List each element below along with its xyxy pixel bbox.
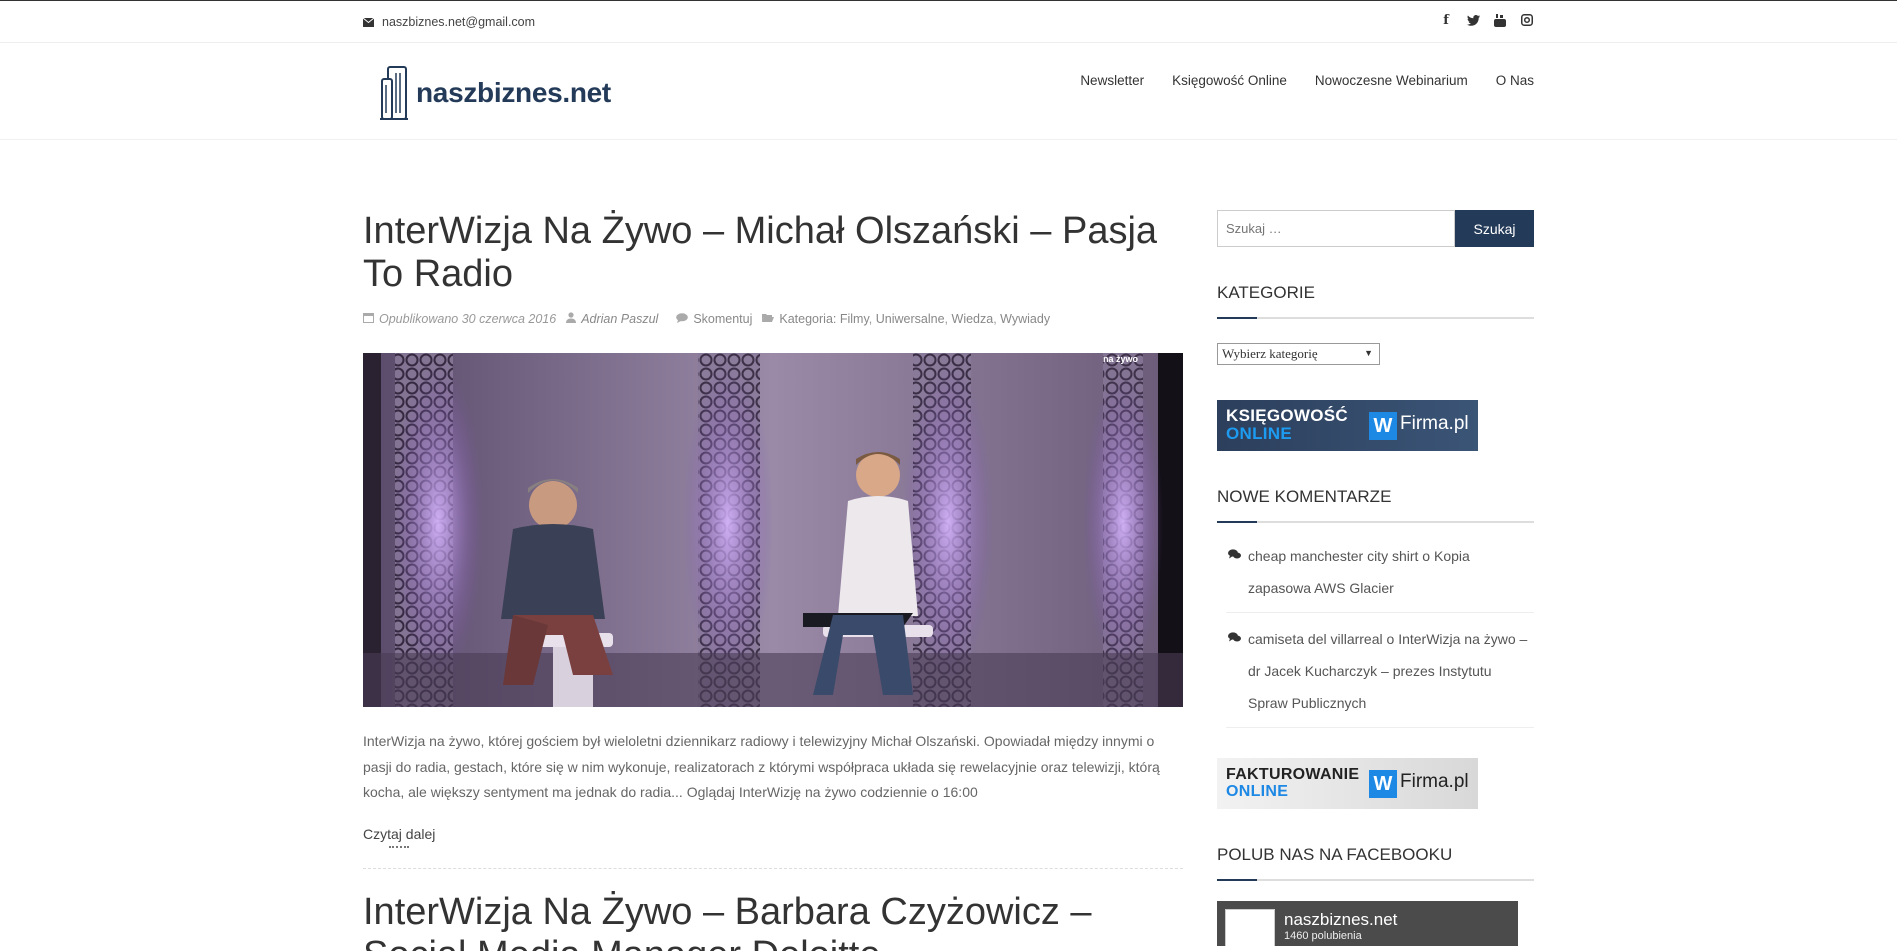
contact-email[interactable]: naszbiznes.net@gmail.com [363,15,535,29]
comment-author-link[interactable]: cheap manchester city shirt [1248,548,1418,564]
wfirma-logo-icon: W [1369,770,1397,798]
folder-open-icon [762,312,775,326]
interview-studio-photo: na żywo [363,353,1183,707]
post-divider [363,867,1183,869]
main-nav: Newsletter Księgowość Online Nowoczesne … [1080,73,1534,88]
post-comments-link[interactable]: Skomentuj [693,312,752,326]
facebook-page-avatar [1225,909,1275,946]
category-select-value: Wybierz kategorię [1222,346,1318,361]
category-select[interactable]: Wybierz kategorię ▼ [1217,343,1380,365]
instagram-icon[interactable] [1520,13,1534,27]
comment-author-link[interactable]: camiseta del villarreal [1248,631,1383,647]
twitter-icon[interactable] [1466,13,1480,27]
comment-connector: o [1386,631,1395,647]
category-link[interactable]: Wiedza [952,312,994,326]
category-separator: , [993,312,997,326]
category-link[interactable]: Uniwersalne [876,312,945,326]
banner-line2: ONLINE [1226,783,1289,800]
comment-text: camiseta del villarreal o InterWizja na … [1248,623,1534,719]
category-label: Kategoria: [779,312,837,326]
search-form: Szukaj [1217,210,1534,247]
categories-widget-title: KATEGORIE [1217,283,1534,319]
wfirma-logo-icon: W [1369,412,1397,440]
category-link[interactable]: Wywiady [1000,312,1050,326]
category-separator: , [868,312,873,326]
ksiegowosc-online-banner[interactable]: KSIĘGOWOŚĆ ONLINE W Firma.pl [1217,400,1478,451]
read-more-link[interactable]: Czytaj dalej [363,826,435,848]
facebook-page-name: naszbiznes.net [1284,910,1398,929]
sidebar: Szukaj KATEGORIE Wybierz kategorię ▼ KSI… [1217,140,1534,946]
user-icon [566,312,577,326]
envelope-icon [363,17,374,27]
video-watermark: na żywo [1103,354,1139,364]
recent-comment-item: cheap manchester city shirt o Kopia zapa… [1226,540,1534,613]
top-bar: naszbiznes.net@gmail.com f [0,1,1897,43]
post-title[interactable]: InterWizja Na Żywo – Michał Olszański – … [363,210,1183,296]
fakturowanie-online-banner[interactable]: FAKTUROWANIE ONLINE W Firma.pl [1217,758,1478,809]
banner-brand: Firma.pl [1400,413,1469,434]
nav-ksiegowosc-online[interactable]: Księgowość Online [1172,73,1287,88]
logo-text: naszbiznes.net [416,77,611,108]
comments-icon [1226,623,1248,719]
youtube-icon[interactable] [1493,13,1507,27]
comments-icon [1226,540,1248,604]
facebook-page-box[interactable]: naszbiznes.net 1460 polubienia [1217,901,1518,946]
comment-connector: o [1422,548,1431,564]
search-input[interactable] [1217,210,1455,247]
email-text: naszbiznes.net@gmail.com [382,15,536,29]
post-date: Opublikowano 30 czerwca 2016 [379,312,557,326]
search-button[interactable]: Szukaj [1455,210,1534,247]
social-links: f [1439,13,1534,28]
dropdown-caret-icon: ▼ [1364,348,1373,358]
banner-line1: KSIĘGOWOŚĆ [1226,406,1349,425]
calendar-icon [363,312,374,326]
nav-newsletter[interactable]: Newsletter [1080,73,1144,88]
nav-o-nas[interactable]: O Nas [1496,73,1534,88]
banner-brand: Firma.pl [1400,771,1469,792]
category-link[interactable]: Filmy [840,312,869,326]
post-categories: Kategoria: Filmy, Uniwersalne, Wiedza, W… [779,312,1050,326]
facebook-icon[interactable]: f [1439,13,1453,28]
comment-icon [676,312,689,326]
banner-line2: ONLINE [1226,424,1293,443]
site-header: naszbiznes.net Newsletter Księgowość Onl… [0,43,1897,140]
post-featured-image[interactable]: na żywo [363,353,1183,707]
site-logo[interactable]: naszbiznes.net [378,65,611,121]
main-content: InterWizja Na Żywo – Michał Olszański – … [363,140,1183,951]
recent-comments-list: cheap manchester city shirt o Kopia zapa… [1226,540,1534,728]
comment-text: cheap manchester city shirt o Kopia zapa… [1248,540,1534,604]
facebook-widget-title: POLUB NAS NA FACEBOOKU [1217,845,1534,881]
post-title[interactable]: InterWizja Na Żywo – Barbara Czyżowicz –… [363,891,1183,951]
nav-nowoczesne-webinarium[interactable]: Nowoczesne Webinarium [1315,73,1468,88]
banner-line1: FAKTUROWANIE [1226,766,1360,783]
recent-comments-widget-title: NOWE KOMENTARZE [1217,487,1534,523]
recent-comment-item: camiseta del villarreal o InterWizja na … [1226,623,1534,728]
facebook-likes-count: 1460 polubienia [1284,930,1362,942]
post-author[interactable]: Adrian Paszul [581,312,658,326]
building-logo-icon [380,66,408,120]
post-excerpt: InterWizja na żywo, której gościem był w… [363,733,1160,800]
category-separator: , [944,312,949,326]
post-meta: Opublikowano 30 czerwca 2016 Adrian Pasz… [363,312,1183,326]
